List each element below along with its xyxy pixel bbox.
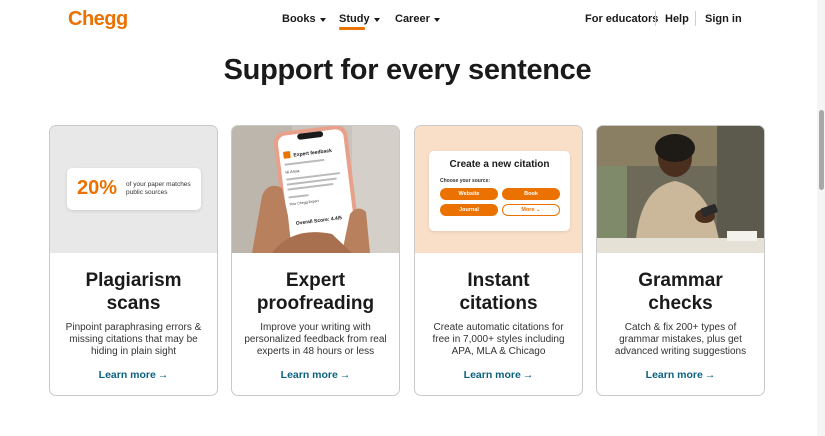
arrow-right-icon: → <box>704 369 716 381</box>
divider <box>695 11 696 26</box>
learn-more-link[interactable]: Learn more → <box>415 369 582 381</box>
nav-career[interactable]: Career <box>395 13 440 25</box>
nav-career-label: Career <box>395 13 430 25</box>
arrow-right-icon: → <box>339 369 351 381</box>
learn-more-label: Learn more <box>645 369 703 381</box>
match-text: of your paper matches public sources <box>126 181 191 196</box>
source-book-button: Book <box>502 188 560 200</box>
section-title: Support for every sentence <box>223 54 592 86</box>
plagiarism-result-box: 20% of your paper matches public sources <box>67 168 201 210</box>
learn-more-label: Learn more <box>280 369 338 381</box>
proofreading-photo: Expert feedback Hi Anya, Your Chegg Expe… <box>232 126 399 253</box>
active-nav-indicator <box>339 27 365 30</box>
sign-in-link[interactable]: Sign in <box>705 13 742 25</box>
hand-holding-phone-image: Expert feedback Hi Anya, Your Chegg Expe… <box>232 126 399 253</box>
card-description: Improve your writing with personalized f… <box>244 322 387 357</box>
card-title-line: citations <box>459 293 538 314</box>
student-with-phone-image <box>597 126 764 253</box>
nav-study[interactable]: Study <box>339 13 380 25</box>
caret-down-icon <box>319 17 326 22</box>
card-title-line: scans <box>106 293 161 314</box>
caret-down-icon <box>373 17 380 22</box>
site-header: Chegg Books Study Career For educators H… <box>0 0 825 40</box>
card-title: Grammar checks <box>597 269 764 315</box>
choose-source-label: Choose your source: <box>440 178 491 184</box>
card-description: Pinpoint paraphrasing errors & missing c… <box>65 322 202 357</box>
citation-box-title: Create a new citation <box>449 159 550 170</box>
nav-books[interactable]: Books <box>282 13 326 25</box>
nav-study-label: Study <box>339 13 370 25</box>
scrollbar-track[interactable] <box>817 0 825 436</box>
source-more-button: More ⌄ <box>502 204 560 216</box>
source-website-button: Website <box>440 188 498 200</box>
card-description: Create automatic citations for free in 7… <box>432 322 565 357</box>
learn-more-label: Learn more <box>98 369 156 381</box>
plagiarism-illustration: 20% of your paper matches public sources <box>50 126 217 253</box>
card-title: Instant citations <box>415 269 582 315</box>
grammar-photo <box>597 126 764 253</box>
citation-illustration: Create a new citation Choose your source… <box>415 126 582 253</box>
divider <box>655 11 656 26</box>
chegg-logo[interactable]: Chegg <box>68 8 128 31</box>
for-educators-link[interactable]: For educators <box>585 13 658 25</box>
arrow-right-icon: → <box>522 369 534 381</box>
card-description: Catch & fix 200+ types of grammar mistak… <box>614 322 747 357</box>
card-grammar-checks[interactable]: Grammar checks Catch & fix 200+ types of… <box>596 125 765 396</box>
card-title-line: Plagiarism <box>85 270 182 291</box>
card-title-line: proofreading <box>256 293 375 314</box>
card-expert-proofreading[interactable]: Expert feedback Hi Anya, Your Chegg Expe… <box>231 125 400 396</box>
card-title-line: Expert <box>285 270 346 291</box>
learn-more-link[interactable]: Learn more → <box>597 369 764 381</box>
card-title-line: Grammar <box>638 270 723 291</box>
help-link[interactable]: Help <box>665 13 689 25</box>
arrow-right-icon: → <box>157 369 169 381</box>
learn-more-label: Learn more <box>463 369 521 381</box>
card-plagiarism-scans[interactable]: 20% of your paper matches public sources… <box>49 125 218 396</box>
card-title: Expert proofreading <box>232 269 399 315</box>
scrollbar-thumb[interactable] <box>819 110 824 190</box>
caret-down-icon <box>433 17 440 22</box>
nav-books-label: Books <box>282 13 316 25</box>
card-title: Plagiarism scans <box>50 269 217 315</box>
card-instant-citations[interactable]: Create a new citation Choose your source… <box>414 125 583 396</box>
card-title-line: Instant <box>467 270 530 291</box>
citation-box: Create a new citation Choose your source… <box>429 151 570 231</box>
source-journal-button: Journal <box>440 204 498 216</box>
card-title-line: checks <box>648 293 713 314</box>
learn-more-link[interactable]: Learn more → <box>50 369 217 381</box>
learn-more-link[interactable]: Learn more → <box>232 369 399 381</box>
match-percent: 20% <box>77 177 118 199</box>
